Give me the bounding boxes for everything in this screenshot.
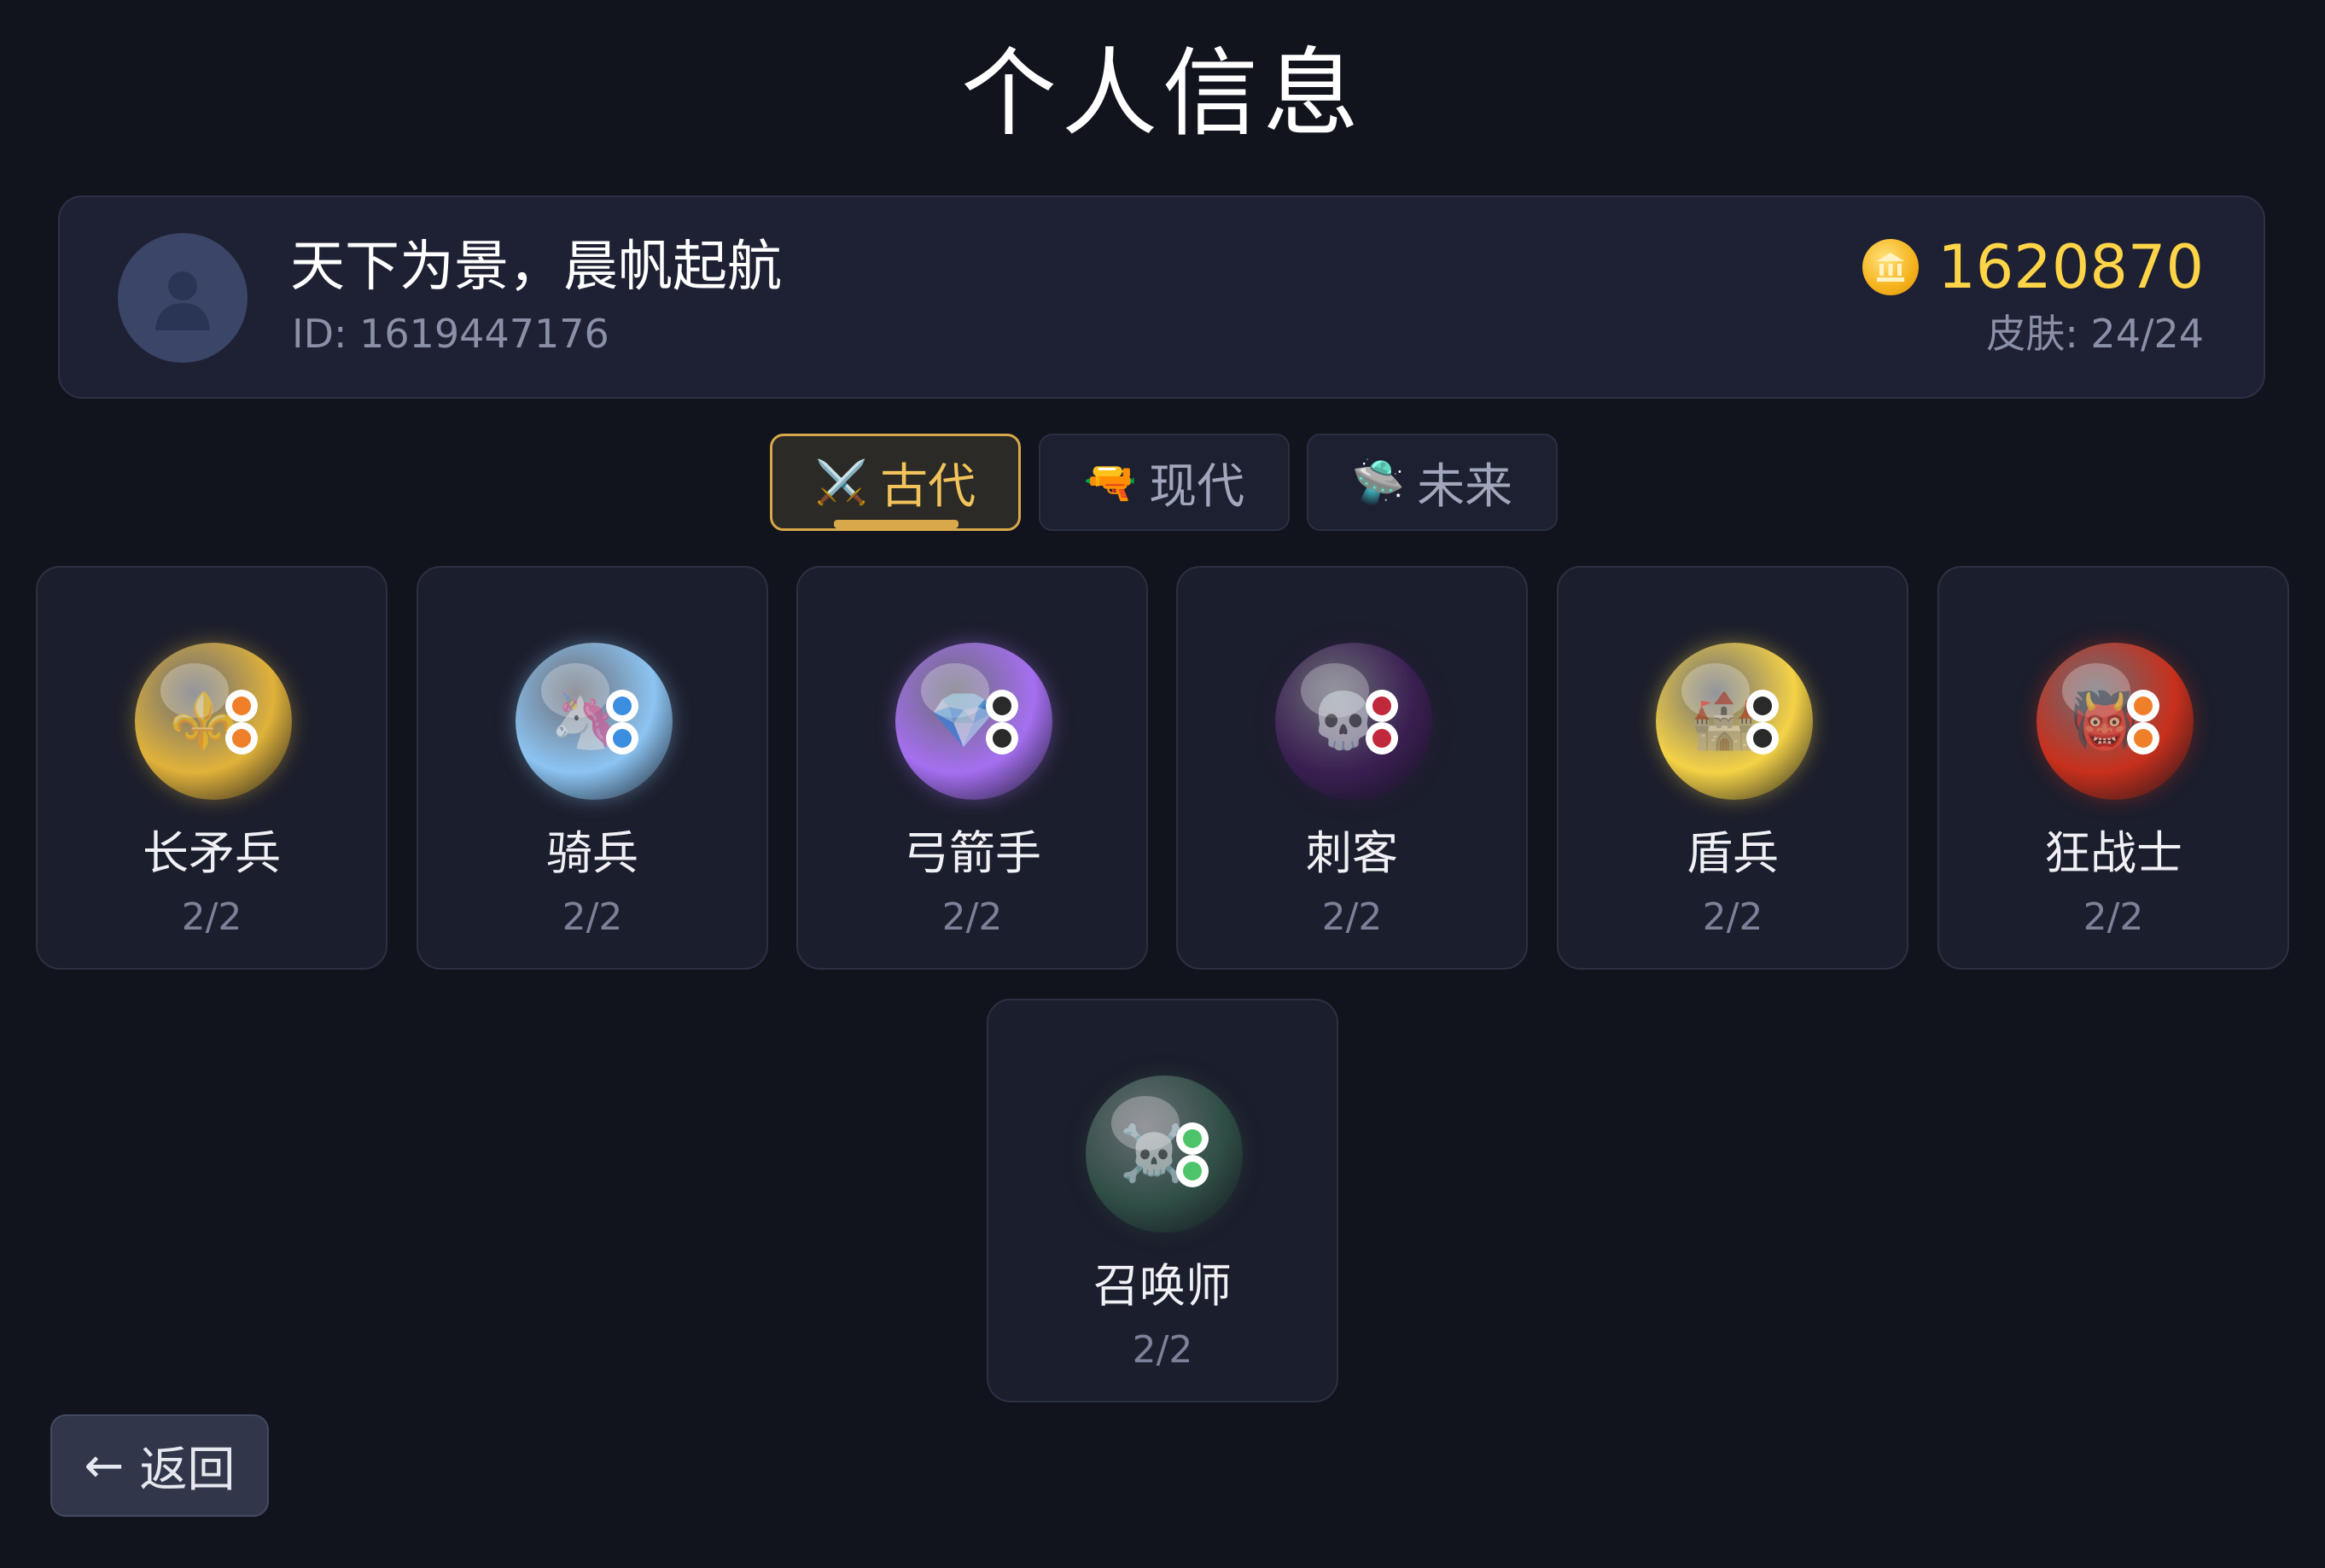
ball-eyes-icon xyxy=(1746,690,1779,755)
unit-ball: ⚜️ xyxy=(135,643,292,800)
unit-ball: 💎 xyxy=(895,643,1052,800)
back-button[interactable]: ← 返回 xyxy=(50,1414,269,1517)
unit-ball: ☠️ xyxy=(1086,1075,1243,1233)
tab-modern[interactable]: 🔫 现代 xyxy=(1039,434,1290,531)
profile-page: 个人信息 天下为景，晨帆起航 ID: 1619447176 1620870 皮肤… xyxy=(0,0,2325,1568)
unit-name: 召唤师 xyxy=(1093,1259,1232,1313)
active-tab-indicator xyxy=(834,520,959,528)
unit-count: 2/2 xyxy=(2083,895,2144,939)
unit-name: 骑兵 xyxy=(546,826,638,880)
coin-amount: 1620870 xyxy=(1938,232,2204,302)
person-silhouette-icon xyxy=(155,271,210,330)
skin-count: 皮肤: 24/24 xyxy=(1986,311,2204,357)
ball-eyes-icon xyxy=(225,690,258,755)
unit-count: 2/2 xyxy=(1321,895,1383,939)
ball-eyes-icon xyxy=(1366,690,1398,755)
back-label: 返回 xyxy=(139,1442,236,1498)
page-title: 个人信息 xyxy=(961,38,1364,149)
tab-future[interactable]: 🛸 未来 xyxy=(1307,434,1558,531)
unit-name: 长矛兵 xyxy=(143,826,281,880)
unit-card-berserker[interactable]: 👹 狂战士 2/2 xyxy=(1938,566,2289,970)
player-name: 天下为景，晨帆起航 xyxy=(290,236,782,299)
unit-card-shield[interactable]: 🏰 盾兵 2/2 xyxy=(1557,566,1908,970)
unit-count: 2/2 xyxy=(562,895,623,939)
tab-label: 古代 xyxy=(880,458,976,515)
avatar xyxy=(118,233,248,363)
tab-ancient[interactable]: ⚔️ 古代 xyxy=(770,434,1021,531)
unit-ball: 💀 xyxy=(1275,643,1432,800)
unit-card-archer[interactable]: 💎 弓箭手 2/2 xyxy=(796,566,1148,970)
ball-eyes-icon xyxy=(986,690,1018,755)
tab-label: 现代 xyxy=(1149,458,1245,515)
unit-ball: 🦄 xyxy=(516,643,673,800)
unit-count: 2/2 xyxy=(1132,1328,1193,1372)
unit-ball: 👹 xyxy=(2037,643,2194,800)
tab-label: 未来 xyxy=(1417,458,1513,515)
unit-count: 2/2 xyxy=(181,895,242,939)
ball-eyes-icon xyxy=(606,690,638,755)
unit-count: 2/2 xyxy=(941,895,1003,939)
unit-name: 盾兵 xyxy=(1687,826,1779,880)
ball-eyes-icon xyxy=(1176,1122,1209,1187)
unit-card-assassin[interactable]: 💀 刺客 2/2 xyxy=(1176,566,1528,970)
unit-count: 2/2 xyxy=(1702,895,1763,939)
unit-name: 刺客 xyxy=(1306,826,1398,880)
unit-ball: 🏰 xyxy=(1656,643,1813,800)
unit-name: 弓箭手 xyxy=(903,826,1041,880)
player-id: ID: 1619447176 xyxy=(292,311,609,357)
left-arrow-icon: ← xyxy=(84,1437,125,1494)
unit-card-spearman[interactable]: ⚜️ 长矛兵 2/2 xyxy=(36,566,388,970)
unit-card-summoner[interactable]: ☠️ 召唤师 2/2 xyxy=(987,999,1338,1402)
unit-card-cavalry[interactable]: 🦄 骑兵 2/2 xyxy=(417,566,768,970)
profile-card: 天下为景，晨帆起航 ID: 1619447176 1620870 皮肤: 24/… xyxy=(58,195,2265,399)
ball-eyes-icon xyxy=(2127,690,2159,755)
unit-name: 狂战士 xyxy=(2044,826,2182,880)
water-pistol-icon: 🔫 xyxy=(1083,458,1138,507)
coin-balance: 1620870 xyxy=(1862,233,2204,301)
crossed-swords-icon: ⚔️ xyxy=(814,458,869,507)
flying-saucer-icon: 🛸 xyxy=(1351,458,1406,507)
coin-icon xyxy=(1862,239,1920,295)
